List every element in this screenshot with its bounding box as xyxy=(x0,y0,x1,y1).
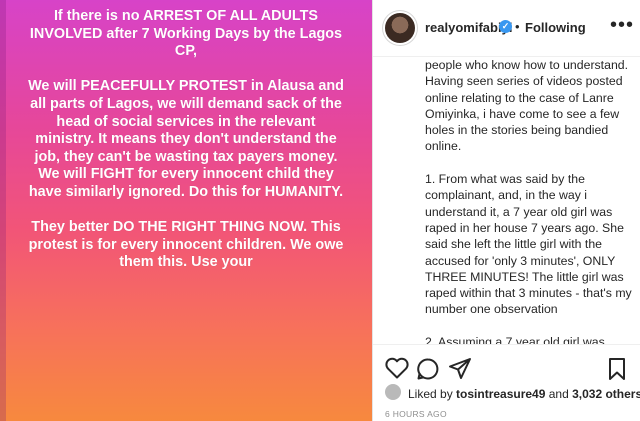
action-bar xyxy=(373,344,640,389)
post-image[interactable]: If there is no ARREST OF ALL ADULTS INVO… xyxy=(0,0,372,421)
caption-paragraph-3: 2. Assuming a 7 year old girl was raped … xyxy=(425,335,605,344)
verified-badge-icon: ✓ xyxy=(499,20,512,33)
comment-icon[interactable] xyxy=(416,357,440,386)
post-caption: people who know how to understand. Havin… xyxy=(425,57,633,344)
likes-middle: and xyxy=(545,387,573,401)
likes-prefix: Liked by xyxy=(408,387,457,401)
image-paragraph-2: We will PEACEFULLY PROTEST in Alausa and… xyxy=(28,78,344,200)
image-edge-strip xyxy=(0,0,6,421)
separator-dot: • xyxy=(515,19,520,34)
heart-icon[interactable] xyxy=(385,357,409,384)
liker-avatar[interactable] xyxy=(385,384,401,400)
image-paragraph-1: If there is no ARREST OF ALL ADULTS INVO… xyxy=(29,8,343,60)
share-icon[interactable] xyxy=(448,357,472,386)
liker-username-link[interactable]: tosintreasure49 xyxy=(456,387,545,401)
more-options-icon[interactable]: ••• xyxy=(610,14,634,37)
caption-paragraph-1: people who know how to understand. Havin… xyxy=(425,58,629,154)
following-button[interactable]: Following xyxy=(525,20,586,35)
likes-count-link[interactable]: 3,032 others xyxy=(572,387,640,401)
post-timestamp: 6 HOURS AGO xyxy=(385,409,447,419)
image-paragraph-3: They better DO THE RIGHT THING NOW. This… xyxy=(28,219,344,271)
post-header: realyomifabiyi ✓ • Following ••• xyxy=(373,0,640,57)
likes-summary: Liked by tosintreasure49 and 3,032 other… xyxy=(408,387,640,401)
bookmark-icon[interactable] xyxy=(606,357,628,386)
post-image-text: If there is no ARREST OF ALL ADULTS INVO… xyxy=(26,8,346,272)
avatar[interactable] xyxy=(385,13,415,43)
caption-paragraph-2: 1. From what was said by the complainant… xyxy=(425,172,632,317)
post-side-panel: realyomifabiyi ✓ • Following ••• people … xyxy=(373,0,640,421)
